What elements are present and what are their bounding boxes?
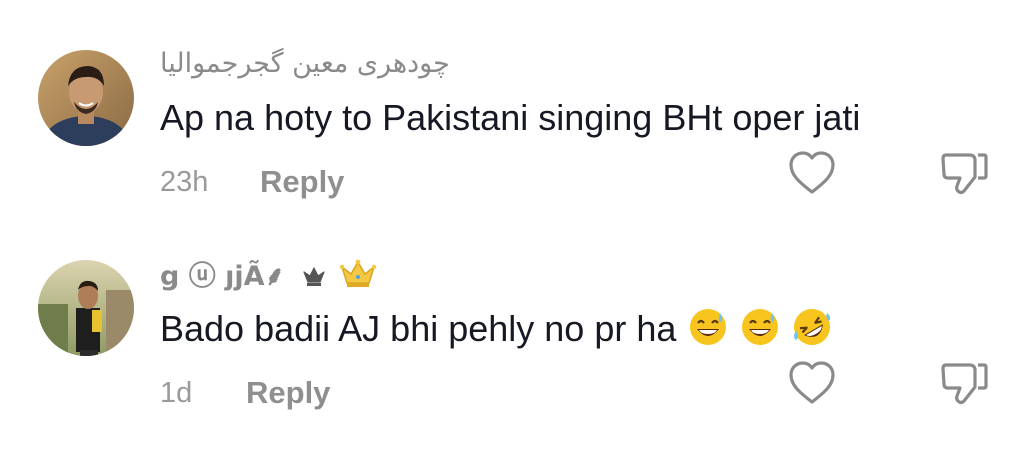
dislike-button[interactable] xyxy=(940,150,990,200)
comment-username[interactable]: چودھری معین گجرجموالیا xyxy=(160,48,450,79)
sweat-smile-emoji-icon xyxy=(688,307,728,356)
crown-gold-icon xyxy=(338,257,378,296)
avatar-image xyxy=(38,260,134,356)
username-text: g ⓤ ȷjÃ⸙ xyxy=(160,261,285,292)
avatar[interactable] xyxy=(38,50,134,146)
heart-icon xyxy=(789,151,835,194)
reply-button[interactable]: Reply xyxy=(246,375,330,411)
avatar[interactable] xyxy=(38,260,134,356)
thumbs-down-icon xyxy=(941,363,988,405)
reply-button[interactable]: Reply xyxy=(260,164,344,200)
crown-outline-icon xyxy=(301,264,327,295)
sweat-smile-emoji-icon xyxy=(740,307,780,356)
heart-icon xyxy=(789,361,835,404)
avatar-image xyxy=(38,50,134,146)
dislike-button[interactable] xyxy=(940,360,990,410)
rofl-emoji-icon xyxy=(792,307,832,356)
comment-username[interactable]: g ⓤ ȷjÃ⸙ xyxy=(160,254,378,296)
comment-text: Ap na hoty to Pakistani singing BHt oper… xyxy=(160,97,861,138)
comment-timestamp: 1d xyxy=(160,377,193,409)
like-button[interactable] xyxy=(787,150,837,200)
comment-text: Bado badii AJ bhi pehly no pr ha xyxy=(160,307,832,356)
comment-timestamp: 23h xyxy=(160,166,209,198)
comment-text-content: Bado badii AJ bhi pehly no pr ha xyxy=(160,308,677,349)
like-button[interactable] xyxy=(787,360,837,410)
thumbs-down-icon xyxy=(941,153,988,195)
